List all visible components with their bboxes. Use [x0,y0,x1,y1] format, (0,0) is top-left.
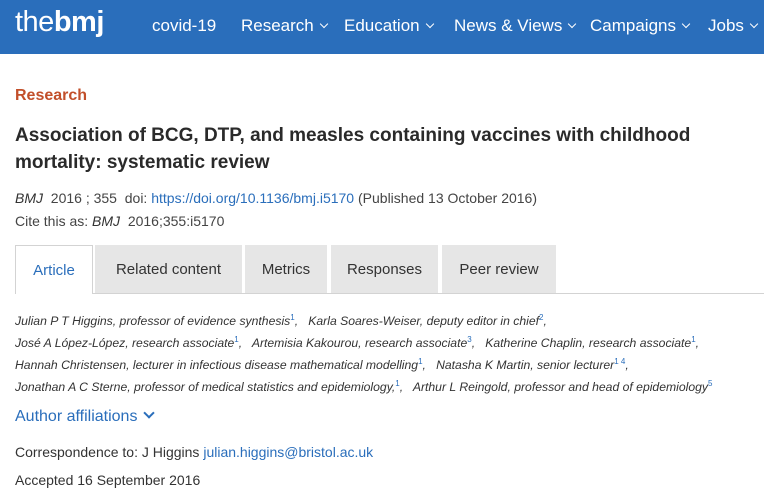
tab-peer-review[interactable]: Peer review [442,245,556,294]
nav-label: News & Views [454,16,563,35]
nav-research[interactable]: Research [241,16,329,36]
logo-the: the [15,6,54,38]
volume: ; 355 [81,190,117,206]
correspondence-label: Correspondence to: J Higgins [15,444,200,460]
chevron-down-icon [143,407,156,419]
correspondence: Correspondence to: J Higgins julian.higg… [15,444,373,460]
author-name[interactable]: Katherine Chaplin, research associate [485,336,691,350]
author-name[interactable]: Karla Soares-Weiser, deputy editor in ch… [308,314,539,328]
affiliation-ref[interactable]: 1 [418,357,422,366]
nav-label: Jobs [708,16,744,35]
author-name[interactable]: Artemisia Kakourou, research associate [252,336,467,350]
chevron-down-icon [681,19,691,29]
tab-label: Peer review [459,261,539,278]
author-row: Hannah Christensen, lecturer in infectio… [15,357,629,373]
cite-as-line: Cite this as: BMJ 2016;355:i5170 [15,213,224,229]
author-row: Julian P T Higgins, professor of evidenc… [15,313,547,329]
author-affiliations-toggle[interactable]: Author affiliations [15,407,156,426]
top-navigation-bar: thebmj covid-19 Research Education News … [0,0,764,54]
chevron-down-icon [568,19,577,29]
doi-link[interactable]: https://doi.org/10.1136/bmj.i5170 [151,190,354,206]
doi-label: doi: [124,190,148,206]
tab-metrics[interactable]: Metrics [245,245,327,294]
nav-label: Education [344,16,420,35]
section-label[interactable]: Research [15,87,87,105]
author-row: José A López-López, research associate1,… [15,335,700,351]
cite-ref: 2016;355:i5170 [127,213,225,229]
nav-jobs[interactable]: Jobs [708,16,759,36]
affiliations-label: Author affiliations [15,408,138,425]
nav-covid-19[interactable]: covid-19 [152,16,216,36]
affiliation-ref[interactable]: 1 [691,335,695,344]
citation-line: BMJ 2016 ; 355 doi: https://doi.org/10.1… [15,190,537,206]
author-name[interactable]: Julian P T Higgins, professor of evidenc… [15,314,290,328]
tab-responses[interactable]: Responses [331,245,438,294]
tab-label: Metrics [261,261,311,278]
nav-label: covid-19 [152,16,217,35]
tab-divider [93,293,764,294]
tab-label: Responses [346,261,423,278]
tab-article[interactable]: Article [15,245,93,294]
affiliation-ref[interactable]: 5 [708,379,712,388]
tab-related-content[interactable]: Related content [95,245,242,294]
published-date: (Published 13 October 2016) [358,190,537,206]
affiliation-ref[interactable]: 2 [539,313,543,322]
cite-label: Cite this as: [15,213,89,229]
affiliation-ref[interactable]: 1 [290,313,294,322]
affiliation-ref[interactable]: 1 [234,335,238,344]
chevron-down-icon [749,19,759,29]
nav-campaigns[interactable]: Campaigns [590,16,691,36]
author-name[interactable]: Jonathan A C Sterne, professor of medica… [15,380,395,394]
tab-label: Article [33,261,75,279]
author-name[interactable]: Hannah Christensen, lecturer in infectio… [15,358,418,372]
journal-name: BMJ [15,190,43,206]
nav-news-views[interactable]: News & Views [454,16,577,36]
nav-education[interactable]: Education [344,16,434,36]
author-row: Jonathan A C Sterne, professor of medica… [15,379,713,395]
year: 2016 [50,190,82,206]
bmj-logo[interactable]: thebmj [15,6,104,39]
author-name[interactable]: Arthur L Reingold, professor and head of… [413,380,708,394]
nav-label: Research [241,16,314,35]
nav-label: Campaigns [590,16,676,35]
author-name[interactable]: Natasha K Martin, senior lecturer [436,358,614,372]
chevron-down-icon [425,19,434,29]
logo-bmj: bmj [53,6,105,38]
chevron-down-icon [319,19,329,29]
cite-journal: BMJ [92,213,121,229]
affiliation-ref[interactable]: 1 4 [614,357,625,366]
correspondence-email-link[interactable]: julian.higgins@bristol.ac.uk [203,444,373,460]
author-name[interactable]: José A López-López, research associate [15,336,234,350]
affiliation-ref[interactable]: 3 [467,335,471,344]
article-title: Association of BCG, DTP, and measles con… [15,125,691,173]
tab-label: Related content [115,261,222,278]
affiliation-ref[interactable]: 1 [395,379,399,388]
accepted-date: Accepted 16 September 2016 [15,472,201,488]
